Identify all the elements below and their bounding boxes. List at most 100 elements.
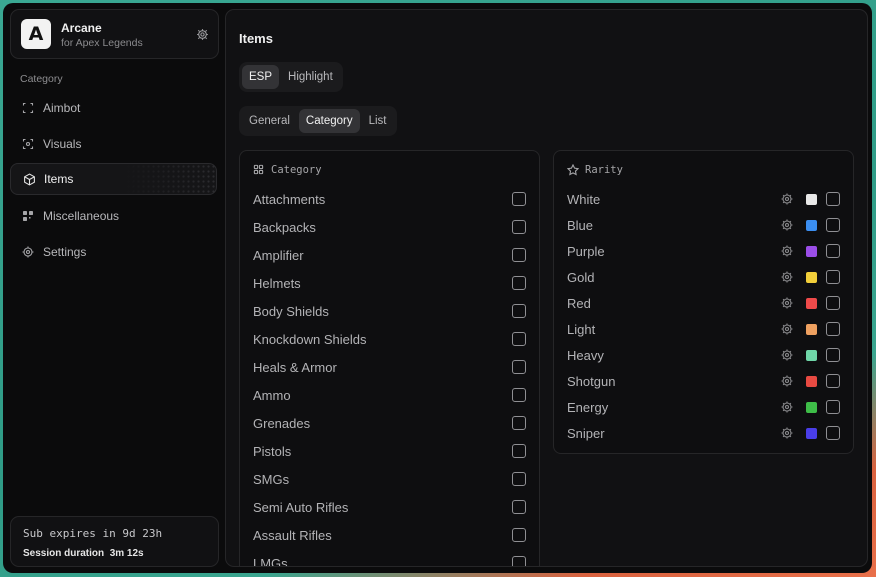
grid-icon bbox=[253, 164, 265, 176]
category-checkbox[interactable] bbox=[512, 416, 526, 430]
box-icon bbox=[22, 172, 36, 186]
rarity-checkbox[interactable] bbox=[826, 218, 840, 232]
category-checkbox[interactable] bbox=[512, 304, 526, 318]
gear-icon[interactable] bbox=[781, 323, 794, 336]
category-checkbox[interactable] bbox=[512, 388, 526, 402]
mode-tabs: ESP Highlight bbox=[239, 62, 343, 92]
tab-general[interactable]: General bbox=[242, 109, 297, 133]
rarity-label: Heavy bbox=[567, 347, 604, 363]
rarity-row[interactable]: Purple bbox=[567, 241, 840, 261]
category-label: Assault Rifles bbox=[253, 527, 332, 543]
category-checkbox[interactable] bbox=[512, 332, 526, 346]
color-swatch[interactable] bbox=[806, 245, 817, 257]
category-row[interactable]: SMGs bbox=[253, 469, 526, 489]
category-checkbox[interactable] bbox=[512, 472, 526, 486]
rarity-checkbox[interactable] bbox=[826, 192, 840, 206]
rarity-checkbox[interactable] bbox=[826, 426, 840, 440]
gear-icon[interactable] bbox=[781, 349, 794, 362]
rarity-checkbox[interactable] bbox=[826, 270, 840, 284]
category-label: Amplifier bbox=[253, 247, 304, 263]
category-row[interactable]: Amplifier bbox=[253, 245, 526, 265]
session-value: 3m 12s bbox=[109, 548, 144, 559]
category-row[interactable]: Ammo bbox=[253, 385, 526, 405]
category-label: SMGs bbox=[253, 471, 290, 487]
rarity-row[interactable]: Shotgun bbox=[567, 371, 840, 391]
sidebar-item-items[interactable]: Items bbox=[10, 163, 217, 195]
rarity-panel-header: Rarity bbox=[567, 164, 623, 176]
app-window: A Arcane for Apex Legends Category Aimbo… bbox=[3, 3, 872, 573]
rarity-label: White bbox=[567, 191, 601, 207]
category-row[interactable]: Semi Auto Rifles bbox=[253, 497, 526, 517]
category-row[interactable]: Attachments bbox=[253, 189, 526, 209]
rarity-label: Shotgun bbox=[567, 373, 616, 389]
category-row[interactable]: Body Shields bbox=[253, 301, 526, 321]
rarity-checkbox[interactable] bbox=[826, 296, 840, 310]
rarity-checkbox[interactable] bbox=[826, 244, 840, 258]
category-label: Body Shields bbox=[253, 303, 329, 319]
rarity-row[interactable]: White bbox=[567, 189, 840, 209]
tab-list[interactable]: List bbox=[362, 109, 394, 133]
category-checkbox[interactable] bbox=[512, 444, 526, 458]
rarity-row[interactable]: Sniper bbox=[567, 423, 840, 443]
category-row[interactable]: Pistols bbox=[253, 441, 526, 461]
category-checkbox[interactable] bbox=[512, 220, 526, 234]
app-subtitle: for Apex Legends bbox=[61, 37, 143, 49]
sidebar-section-label: Category bbox=[20, 73, 63, 85]
gear-icon[interactable] bbox=[781, 219, 794, 232]
category-row[interactable]: Assault Rifles bbox=[253, 525, 526, 545]
category-checkbox[interactable] bbox=[512, 528, 526, 542]
category-label: Heals & Armor bbox=[253, 359, 337, 375]
rarity-row[interactable]: Red bbox=[567, 293, 840, 313]
crosshair-icon bbox=[21, 101, 35, 115]
sidebar-item-settings[interactable]: Settings bbox=[10, 236, 217, 268]
rarity-checkbox[interactable] bbox=[826, 400, 840, 414]
gear-icon[interactable] bbox=[781, 271, 794, 284]
color-swatch[interactable] bbox=[806, 271, 817, 283]
category-row[interactable]: Grenades bbox=[253, 413, 526, 433]
rarity-checkbox[interactable] bbox=[826, 348, 840, 362]
gear-icon[interactable] bbox=[781, 193, 794, 206]
tab-highlight[interactable]: Highlight bbox=[281, 65, 340, 89]
color-swatch[interactable] bbox=[806, 193, 817, 205]
color-swatch[interactable] bbox=[806, 427, 817, 439]
gear-icon[interactable] bbox=[781, 427, 794, 440]
rarity-checkbox[interactable] bbox=[826, 322, 840, 336]
category-checkbox[interactable] bbox=[512, 500, 526, 514]
gear-icon[interactable] bbox=[781, 245, 794, 258]
tab-esp[interactable]: ESP bbox=[242, 65, 280, 89]
color-swatch[interactable] bbox=[806, 219, 817, 231]
sidebar-item-aimbot[interactable]: Aimbot bbox=[10, 92, 217, 124]
category-checkbox[interactable] bbox=[512, 276, 526, 290]
category-row[interactable]: LMGs bbox=[253, 553, 526, 566]
category-checkbox[interactable] bbox=[512, 192, 526, 206]
sidebar-item-miscellaneous[interactable]: Miscellaneous bbox=[10, 200, 217, 232]
gear-icon[interactable] bbox=[781, 401, 794, 414]
color-swatch[interactable] bbox=[806, 375, 817, 387]
color-swatch[interactable] bbox=[806, 297, 817, 309]
category-row[interactable]: Heals & Armor bbox=[253, 357, 526, 377]
rarity-checkbox[interactable] bbox=[826, 374, 840, 388]
main-panel: Items ESP Highlight General Category Lis… bbox=[225, 9, 868, 567]
category-row[interactable]: Helmets bbox=[253, 273, 526, 293]
rarity-panel-title: Rarity bbox=[585, 164, 623, 176]
gear-icon[interactable] bbox=[781, 375, 794, 388]
rarity-row[interactable]: Energy bbox=[567, 397, 840, 417]
color-swatch[interactable] bbox=[806, 401, 817, 413]
category-checkbox[interactable] bbox=[512, 556, 526, 566]
rarity-row[interactable]: Blue bbox=[567, 215, 840, 235]
category-row[interactable]: Knockdown Shields bbox=[253, 329, 526, 349]
category-row[interactable]: Backpacks bbox=[253, 217, 526, 237]
view-tabs: General Category List bbox=[239, 106, 397, 136]
rarity-row[interactable]: Light bbox=[567, 319, 840, 339]
color-swatch[interactable] bbox=[806, 349, 817, 361]
sidebar-item-visuals[interactable]: Visuals bbox=[10, 128, 217, 160]
tab-category[interactable]: Category bbox=[298, 109, 360, 133]
gear-icon[interactable] bbox=[781, 297, 794, 310]
gear-icon bbox=[21, 245, 35, 259]
gear-icon[interactable] bbox=[194, 26, 210, 42]
color-swatch[interactable] bbox=[806, 323, 817, 335]
category-checkbox[interactable] bbox=[512, 360, 526, 374]
rarity-row[interactable]: Gold bbox=[567, 267, 840, 287]
rarity-row[interactable]: Heavy bbox=[567, 345, 840, 365]
category-checkbox[interactable] bbox=[512, 248, 526, 262]
